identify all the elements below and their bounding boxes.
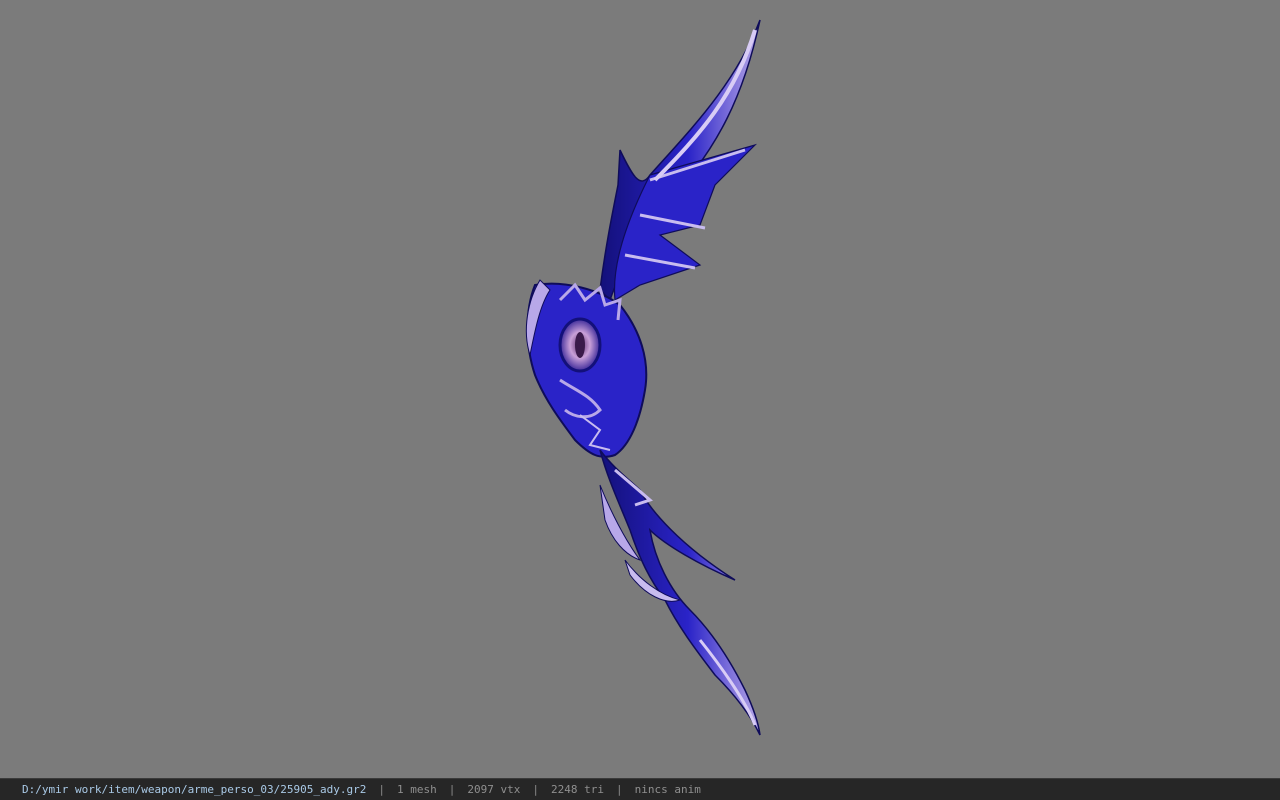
mesh-count-label: 1 mesh (397, 783, 437, 796)
lower-blade (599, 449, 761, 736)
3d-viewport[interactable] (0, 0, 1280, 778)
status-separator: | (532, 783, 539, 796)
weapon-model-render[interactable] (0, 0, 1280, 778)
triangle-count-label: 2248 tri (550, 783, 604, 796)
dragon-eye-pupil (575, 332, 585, 358)
status-separator: | (448, 783, 456, 796)
vertex-count-label: 2097 vtx (467, 783, 521, 796)
file-path-label: D:/ymir work/item/weapon/arme_perso_03/2… (22, 783, 367, 796)
animation-status-label: nincs anim (634, 783, 701, 796)
status-bar: D:/ymir work/item/weapon/arme_perso_03/2… (0, 778, 1280, 800)
status-separator: | (378, 783, 385, 796)
status-separator: | (615, 783, 623, 796)
